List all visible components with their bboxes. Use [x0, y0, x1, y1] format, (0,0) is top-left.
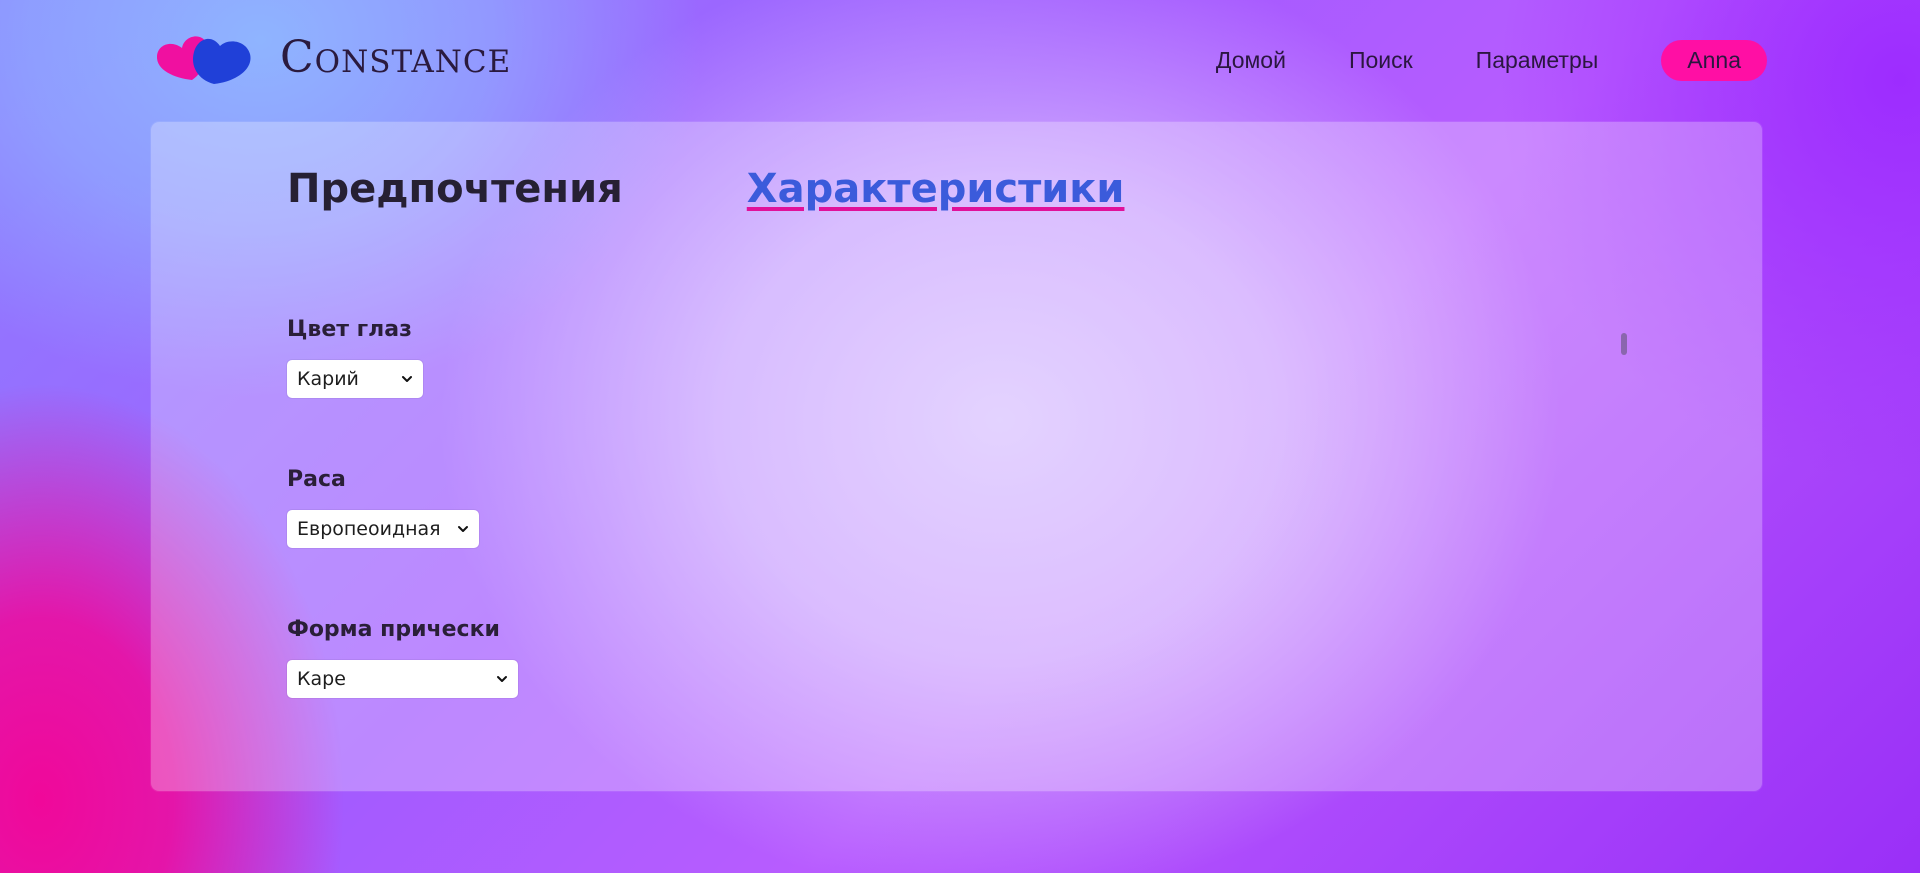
hair-shape-field: Форма прически Каре — [287, 617, 518, 698]
race-value: Европеоидная — [297, 518, 441, 540]
profile-panel: Предпочтения Характеристики Цвет глаз Ка… — [151, 122, 1762, 791]
tab-characteristics[interactable]: Характеристики — [747, 166, 1125, 212]
chevron-down-icon — [497, 676, 507, 682]
race-field: Раса Европеоидная — [287, 467, 479, 548]
top-header: Constance Домой Поиск Параметры Anna — [0, 0, 1920, 120]
nav-home-link[interactable]: Домой — [1216, 47, 1286, 74]
brand-logo[interactable]: Constance — [154, 28, 511, 88]
eye-color-label: Цвет глаз — [287, 317, 412, 342]
race-label: Раса — [287, 467, 346, 492]
eye-color-field: Цвет глаз Карий — [287, 317, 423, 398]
chevron-down-icon — [402, 376, 412, 382]
tab-preferences[interactable]: Предпочтения — [287, 166, 623, 212]
hair-shape-select[interactable]: Каре — [287, 660, 518, 698]
hearts-logo-icon — [154, 28, 254, 88]
main-nav: Домой Поиск Параметры Anna — [1216, 40, 1767, 81]
brand-name: Constance — [280, 32, 512, 83]
nav-search-link[interactable]: Поиск — [1349, 47, 1413, 74]
eye-color-value: Карий — [297, 368, 359, 390]
panel-scrollbar-thumb[interactable] — [1621, 333, 1627, 355]
race-select[interactable]: Европеоидная — [287, 510, 479, 548]
user-menu-button[interactable]: Anna — [1661, 40, 1767, 81]
eye-color-select[interactable]: Карий — [287, 360, 423, 398]
nav-settings-link[interactable]: Параметры — [1476, 47, 1599, 74]
hair-shape-label: Форма прически — [287, 617, 500, 642]
profile-tabs: Предпочтения Характеристики — [287, 166, 1124, 212]
hair-shape-value: Каре — [297, 668, 346, 690]
chevron-down-icon — [458, 526, 468, 532]
